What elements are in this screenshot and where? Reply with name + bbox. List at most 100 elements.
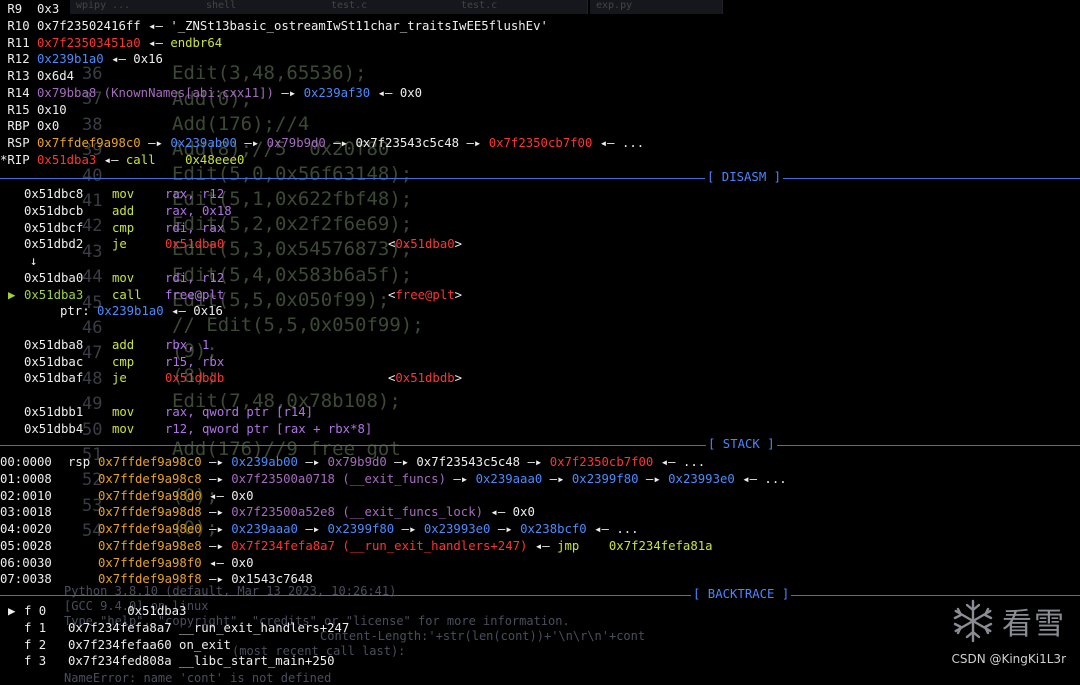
branch-target-token: >: [454, 237, 463, 252]
disasm-instruction[interactable]: 0x51dba0 mov rdi, r12: [8, 270, 388, 287]
frame-index: f 1: [24, 620, 47, 635]
stack-value-token: 0x7ffdef9a98d8: [98, 505, 202, 520]
stack-row[interactable]: 02:0010 0x7ffdef9a98d0 ◂— 0x0: [0, 488, 254, 505]
stack-value-token: —▸: [386, 455, 417, 469]
register-row[interactable]: *RIP 0x51dba3 ◂— call 0x48eee0: [0, 152, 244, 169]
disasm-instruction[interactable]: 0x51dbb4 mov r12, qword ptr [rax + rbx*8]: [8, 421, 388, 438]
stack-row[interactable]: 03:0018 0x7ffdef9a98d8 —▸ 0x7f23500a52e8 …: [0, 504, 535, 521]
disasm-jump-arrow[interactable]: ↓: [30, 253, 37, 270]
stack-value-token: 0x23993e0: [423, 522, 491, 536]
instruction-address: 0x51dba3: [24, 287, 84, 302]
gutter: [8, 270, 24, 287]
stack-value-token: —▸: [446, 471, 476, 486]
stack-value-token: 0x2399f80: [571, 471, 639, 486]
stack-separator: [0, 445, 1080, 446]
backtrace-frame[interactable]: f 1 0x7f234fefa8a7 __run_exit_handlers+24…: [8, 620, 349, 637]
stack-offset: 02:0010: [0, 488, 52, 503]
backtrace-frame[interactable]: f 2 0x7f234fefaa60 on_exit: [8, 637, 231, 654]
stack-value-token: 0x239aaa0: [231, 522, 298, 536]
operand-token: rdi, rax: [165, 220, 225, 235]
frame-symbol: __libc_start_main+250: [171, 654, 335, 669]
stack-row[interactable]: 04:0020 0x7ffdef9a98e0 —▸ 0x239aaa0 —▸ 0x…: [0, 521, 639, 538]
stack-row[interactable]: 00:0000 rsp 0x7ffdef9a98c0 —▸ 0x239ab00 —▸…: [0, 454, 705, 471]
frame-symbol: __run_exit_handlers+247: [171, 620, 350, 635]
backtrace-frame[interactable]: f 3 0x7f234fed808a __libc_start_main+250: [8, 653, 335, 670]
disasm-instruction[interactable]: 0x51dbd2 je 0x51dba0 <0x51dba0>: [8, 236, 462, 253]
register-value-token: 0x48eee0: [155, 152, 245, 167]
frame-index: f 3: [24, 654, 47, 669]
register-row[interactable]: R13 0x6d4: [0, 68, 74, 85]
current-frame-icon: ▶: [8, 604, 23, 618]
backtrace-frame[interactable]: ▶ f 0 0x51dba3: [8, 603, 186, 620]
register-row[interactable]: RSP 0x7ffdef9a98c0 —▸ 0x239ab00 —▸ 0x79b…: [0, 135, 644, 152]
register-value-token: 0x239af30: [303, 85, 371, 100]
operand-token: 0x51dba0: [165, 237, 225, 252]
register-name: R9: [0, 2, 38, 16]
argument-value: 0x239b1a0: [97, 304, 164, 319]
pwndbg-terminal[interactable]: R9 0x3 R10 0x7f23502416ff ◂— '_ZNSt13bas…: [0, 0, 1080, 679]
register-value-token: 0x7f23543c5c48: [355, 136, 460, 150]
stack-value-token: 0x7f23500a52e8: [231, 505, 335, 520]
stack-row[interactable]: 05:0028 0x7ffdef9a98e8 —▸ 0x7f234fefa8a7 …: [0, 538, 713, 555]
disasm-instruction[interactable]: 0x51dbb1 mov rax, qword ptr [r14]: [8, 404, 388, 421]
instruction-mnemonic: mov: [112, 421, 135, 436]
disasm-instruction[interactable]: 0x51dbc8 mov rax, r12: [8, 186, 388, 203]
stack-offset: 00:0000: [0, 455, 52, 469]
frame-address: 0x7f234fed808a: [68, 654, 172, 669]
stack-value-token: 0x7ffdef9a98e8: [98, 538, 202, 553]
register-row[interactable]: R15 0x10: [0, 102, 67, 119]
register-value-token: 0x239b1a0: [37, 52, 104, 67]
stack-value-token: 0x79b9d0: [327, 455, 387, 469]
register-name: RBP: [0, 119, 38, 134]
stack-value-token: 0x7f234fefa81a: [579, 538, 713, 553]
operand-token: rdi, r12: [165, 270, 225, 285]
register-row[interactable]: R11 0x7f23503451a0 ◂— endbr64: [0, 35, 222, 52]
branch-target-token: >: [454, 287, 463, 302]
instruction-address: 0x51dbcb: [24, 203, 84, 218]
disasm-instruction[interactable]: 0x51dbaf je 0x51dbdb <0x51dbdb>: [8, 370, 462, 387]
stack-offset: 07:0038: [0, 572, 52, 587]
argument-name: ptr:: [60, 304, 98, 319]
stack-value-token: —▸: [201, 538, 232, 553]
disasm-instruction[interactable]: 0x51dbcf cmp rdi, rax: [8, 220, 388, 237]
stack-value-token: ◂—: [527, 538, 558, 553]
instruction-operands: free@plt: [165, 287, 388, 304]
register-row[interactable]: R12 0x239b1a0 ◂— 0x16: [0, 51, 163, 68]
register-value-token: 0x0: [399, 85, 423, 100]
stack-row[interactable]: 07:0038 0x7ffdef9a98f8 —▸ 0x1543c7648: [0, 571, 313, 588]
register-value-token: 0x10: [37, 102, 67, 117]
disasm-instruction[interactable]: 0x51dbac cmp r15, rbx: [8, 354, 388, 371]
stack-value-token: ◂— ...: [653, 455, 706, 469]
stack-value-token: 0x23993e0: [668, 471, 735, 486]
stack-value-token: —▸: [201, 505, 232, 520]
instruction-address: 0x51dbb4: [24, 421, 84, 436]
stack-value-token: ◂—: [201, 555, 232, 570]
stack-value-token: 0x0: [231, 555, 254, 570]
instruction-mnemonic: mov: [112, 187, 135, 201]
disasm-call-argument[interactable]: ptr: 0x239b1a0 ◂— 0x16: [60, 303, 223, 320]
instruction-operands: rdi, r12: [165, 270, 388, 287]
disasm-current-instruction[interactable]: ▶ 0x51dba3 call free@plt <free@plt>: [8, 287, 462, 304]
snowflake-icon: [953, 599, 993, 643]
instruction-address: 0x51dbac: [24, 354, 84, 369]
stack-value-token: 0x7f23543c5c48: [416, 455, 521, 469]
disasm-instruction[interactable]: 0x51dba8 add rbx, 1: [8, 337, 388, 354]
stack-value-token: —▸: [394, 522, 424, 536]
instruction-operands: rbx, 1: [165, 337, 388, 354]
register-row[interactable]: RBP 0x0: [0, 118, 59, 135]
stack-row[interactable]: 01:0008 0x7ffdef9a98c8 —▸ 0x7f23500a0718 …: [0, 471, 787, 488]
gutter: [8, 404, 24, 421]
register-row[interactable]: R10 0x7f23502416ff ◂— '_ZNSt13basic_ostr…: [0, 18, 548, 35]
instruction-operands: 0x51dbdb: [165, 370, 388, 387]
instruction-mnemonic: add: [112, 337, 135, 352]
register-row[interactable]: R14 0x79bba8 (KnownNames[abi:cxx11]) —▸ …: [0, 85, 422, 102]
disasm-instruction[interactable]: 0x51dbcb add rax, 0x18: [8, 203, 388, 220]
stack-row[interactable]: 06:0030 0x7ffdef9a98f0 ◂— 0x0: [0, 555, 254, 572]
stack-header: [ STACK ]: [706, 436, 777, 453]
register-row[interactable]: R9 0x3: [0, 1, 59, 18]
gutter: [8, 337, 24, 354]
stack-value-token: 0x7ffdef9a98e0: [98, 522, 202, 536]
instruction-operands: rdi, rax: [165, 220, 388, 237]
instruction-mnemonic: cmp: [112, 220, 135, 235]
gutter: [8, 186, 24, 203]
